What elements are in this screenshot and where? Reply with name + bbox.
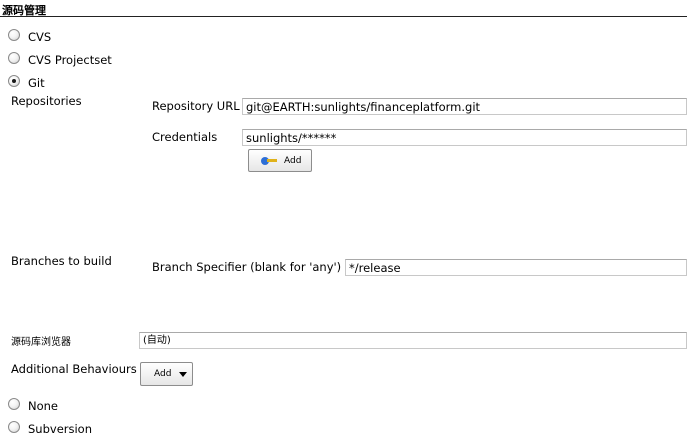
radio-label-cvs[interactable]: CVS xyxy=(28,30,51,44)
radio-cvs-projectset[interactable] xyxy=(8,52,20,64)
radio-cvs[interactable] xyxy=(8,29,20,41)
repository-url-input[interactable]: git@EARTH:sunlights/financeplatform.git xyxy=(242,98,687,115)
radio-none[interactable] xyxy=(8,398,20,410)
repo-browser-label: 源码库浏览器 xyxy=(11,337,71,348)
branch-specifier-label: Branch Specifier (blank for 'any') xyxy=(152,260,342,274)
radio-git[interactable] xyxy=(8,75,20,87)
add-credentials-button-label: Add xyxy=(284,155,302,166)
radio-label-none[interactable]: None xyxy=(28,399,58,413)
section-divider xyxy=(0,16,687,17)
repository-url-label: Repository URL xyxy=(152,99,240,113)
key-icon xyxy=(261,156,279,166)
radio-label-subversion[interactable]: Subversion xyxy=(28,422,92,436)
radio-label-git[interactable]: Git xyxy=(28,76,45,90)
radio-label-cvs-projectset[interactable]: CVS Projectset xyxy=(28,53,112,67)
repo-browser-select[interactable]: (自动) xyxy=(139,332,687,349)
caret-down-icon xyxy=(179,371,188,377)
credentials-select[interactable]: sunlights/****** xyxy=(242,129,687,146)
radio-subversion[interactable] xyxy=(8,421,20,433)
branch-specifier-input[interactable]: */release xyxy=(345,259,687,276)
add-behaviour-button[interactable]: Add xyxy=(140,362,193,386)
branches-to-build-label: Branches to build xyxy=(11,254,112,268)
add-behaviour-button-label: Add xyxy=(154,369,172,379)
add-credentials-button[interactable]: Add xyxy=(248,149,312,172)
repositories-label: Repositories xyxy=(11,94,82,108)
additional-behaviours-label: Additional Behaviours xyxy=(11,362,137,376)
credentials-label: Credentials xyxy=(152,130,218,144)
